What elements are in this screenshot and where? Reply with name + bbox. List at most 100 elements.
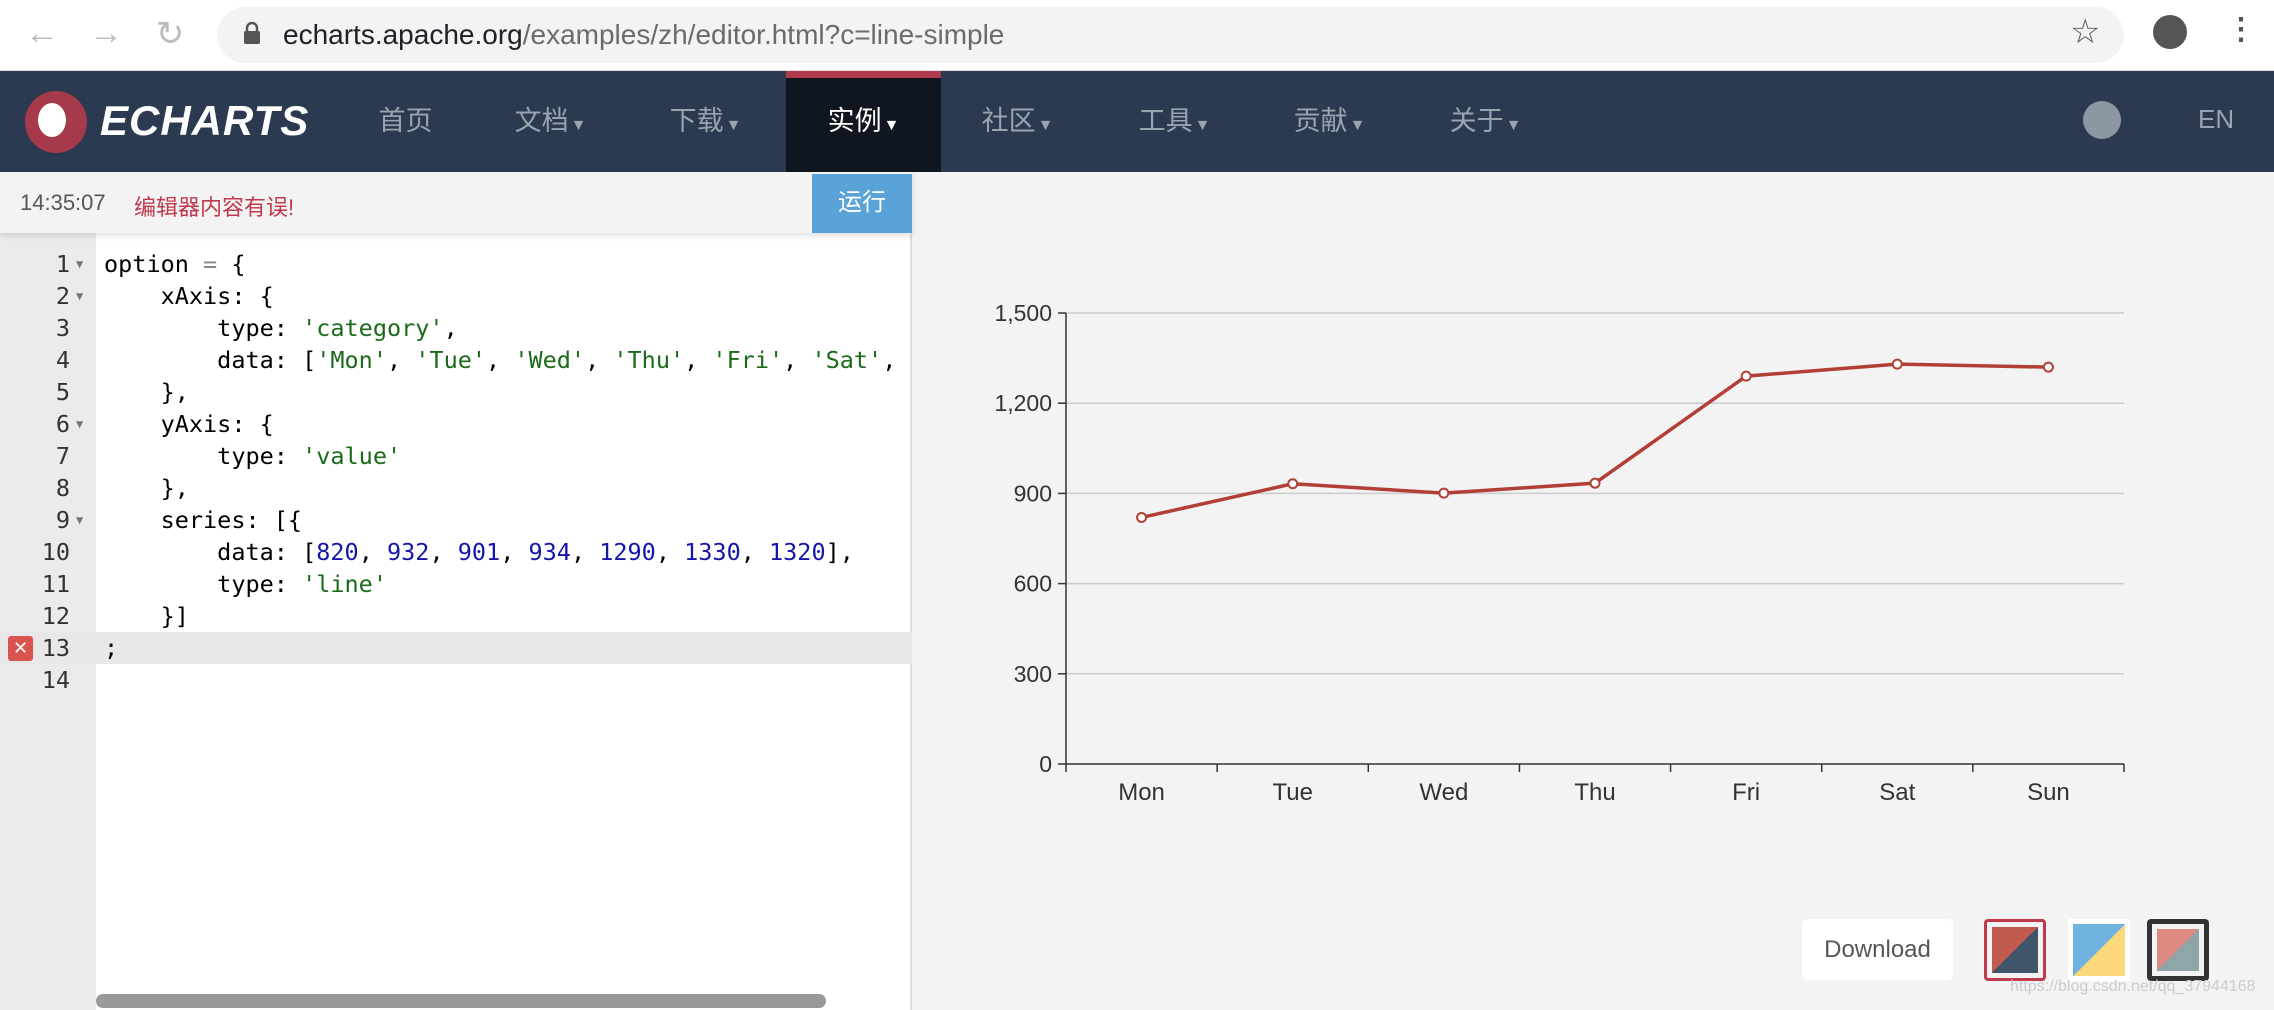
code-line[interactable]: 8 }, — [0, 472, 912, 504]
forward-icon[interactable]: → — [86, 14, 126, 53]
site-nav: ECHARTS 首页 文档 ▼ 下载 ▼ 实例 ▼ 社区 ▼ 工具 ▼ 贡献 ▼ 关于 ▼ EN — [0, 71, 2274, 172]
fold-arrow-icon[interactable]: ▼ — [76, 280, 83, 312]
more-menu-icon[interactable]: ⋮ — [2226, 12, 2256, 47]
line-number: 4 — [55, 346, 70, 374]
code-token: { — [217, 250, 246, 278]
code-token: 'Thu' — [613, 346, 685, 374]
code-line[interactable]: 11 type: 'line' — [0, 568, 912, 600]
code-line[interactable]: 13 ✕; — [0, 632, 912, 664]
line-number: 3 — [55, 314, 70, 342]
code-token: type: — [104, 570, 303, 598]
nav-label: 工具 — [1138, 106, 1193, 136]
code-token: type: — [104, 442, 303, 470]
data-point — [1287, 478, 1299, 490]
nav-item-2[interactable]: 下载 ▼ — [628, 71, 783, 172]
fold-arrow-icon[interactable]: ▼ — [76, 504, 83, 536]
code-token: ], — [825, 538, 854, 566]
y-tick-label: 300 — [1014, 661, 1052, 687]
code-token: 1290 — [599, 538, 656, 566]
github-icon[interactable] — [2083, 101, 2121, 139]
reload-icon[interactable]: ↻ — [150, 14, 190, 54]
y-tick-label: 0 — [1039, 751, 1052, 777]
code-token: 'Tue' — [415, 346, 487, 374]
code-line[interactable]: 6 ▼ yAxis: { — [0, 408, 912, 440]
address-bar[interactable]: echarts.apache.org/examples/zh/editor.ht… — [217, 7, 2124, 63]
theme-default[interactable] — [1984, 919, 2046, 981]
account-icon[interactable] — [2153, 15, 2187, 49]
code-token: 'Mon' — [316, 346, 387, 374]
code-line[interactable]: 7 type: 'value' — [0, 440, 912, 472]
bookmark-star-icon[interactable]: ☆ — [2070, 12, 2100, 52]
line-number: 8 — [55, 474, 70, 502]
theme-dark[interactable] — [2147, 919, 2209, 981]
code-token: , — [570, 538, 600, 566]
nav-item-7[interactable]: 关于 ▼ — [1408, 71, 1563, 172]
code-token: ; — [104, 634, 119, 662]
line-number: 1 — [55, 250, 70, 278]
code-line[interactable]: 10 data: [820, 932, 901, 934, 1290, 1330… — [0, 536, 912, 568]
line-number: 12 — [41, 602, 70, 630]
url-host: echarts.apache.org — [283, 19, 523, 50]
code-token: 934 — [528, 538, 571, 566]
caret-down-icon: ▼ — [1505, 117, 1522, 134]
code-line[interactable]: 4 data: ['Mon', 'Tue', 'Wed', 'Thu', 'Fr… — [0, 344, 912, 376]
code-editor-panel: 14:35:07 编辑器内容有误! 运行 1 ▼ option = {2 ▼ xAxi… — [0, 172, 912, 1010]
code-token: }, — [104, 474, 189, 502]
code-token: 820 — [316, 538, 359, 566]
fold-arrow-icon[interactable]: ▼ — [76, 248, 83, 280]
code-line[interactable]: 1 ▼ option = { — [0, 248, 912, 280]
caret-down-icon: ▼ — [725, 117, 742, 134]
fold-arrow-icon[interactable]: ▼ — [76, 408, 83, 440]
code-token: 'Fri' — [712, 346, 784, 374]
nav-label: 贡献 — [1293, 106, 1348, 136]
theme-light[interactable] — [2068, 919, 2130, 981]
code-token: , — [585, 346, 614, 374]
nav-item-4[interactable]: 社区 ▼ — [940, 71, 1095, 172]
nav-item-6[interactable]: 贡献 ▼ — [1252, 71, 1407, 172]
watermark: https://blog.csdn.net/qq_37944168 — [2010, 978, 2256, 995]
line-number: 9 — [55, 506, 70, 534]
code-token: data: [ — [104, 538, 317, 566]
code-token: 'Wed' — [514, 346, 586, 374]
browser-toolbar: ← → ↻ echarts.apache.org/examples/zh/edi… — [0, 0, 2274, 71]
data-point — [1136, 511, 1148, 523]
nav-item-1[interactable]: 文档 ▼ — [473, 71, 628, 172]
download-button[interactable]: Download — [1802, 919, 1953, 980]
code-line[interactable]: 3 type: 'category', — [0, 312, 912, 344]
code-line[interactable]: 14 — [0, 664, 912, 696]
error-icon: ✕ — [8, 636, 33, 661]
nav-item-3[interactable]: 实例 ▼ — [786, 71, 941, 172]
code-token: 'category' — [302, 314, 444, 342]
line-number: 5 — [55, 378, 70, 406]
x-tick-label: Tue — [1272, 779, 1312, 806]
line-number: 10 — [41, 538, 70, 566]
horizontal-scrollbar[interactable] — [96, 994, 826, 1008]
nav-label: 首页 — [378, 106, 433, 136]
code-token: , — [358, 538, 387, 566]
code-token: , — [740, 538, 770, 566]
code-line[interactable]: 12 }] — [0, 600, 912, 632]
lock-icon — [244, 21, 260, 44]
code-token: , — [882, 346, 897, 374]
echarts-logo-icon[interactable] — [25, 91, 87, 153]
nav-item-5[interactable]: 工具 ▼ — [1097, 71, 1252, 172]
code-line[interactable]: 2 ▼ xAxis: { — [0, 280, 912, 312]
code-line[interactable]: 9 ▼ series: [{ — [0, 504, 912, 536]
code-token: 'line' — [302, 570, 387, 598]
code-area[interactable]: 1 ▼ option = {2 ▼ xAxis: {3 type: 'category… — [0, 248, 912, 696]
code-line[interactable]: 5 }, — [0, 376, 912, 408]
logo-text[interactable]: ECHARTS — [100, 97, 309, 145]
line-number: 11 — [41, 570, 70, 598]
x-tick-label: Wed — [1419, 779, 1468, 806]
code-token: option — [104, 250, 204, 278]
data-point — [1891, 358, 1903, 370]
code-token: , — [443, 314, 458, 342]
nav-label: 实例 — [827, 106, 882, 136]
language-switch[interactable]: EN — [2198, 104, 2234, 135]
run-button[interactable]: 运行 — [812, 174, 912, 233]
data-point — [2042, 361, 2054, 373]
caret-down-icon: ▼ — [1349, 117, 1366, 134]
data-point — [1438, 487, 1450, 499]
nav-item-0[interactable]: 首页 — [328, 71, 483, 172]
back-icon[interactable]: ← — [22, 14, 62, 53]
